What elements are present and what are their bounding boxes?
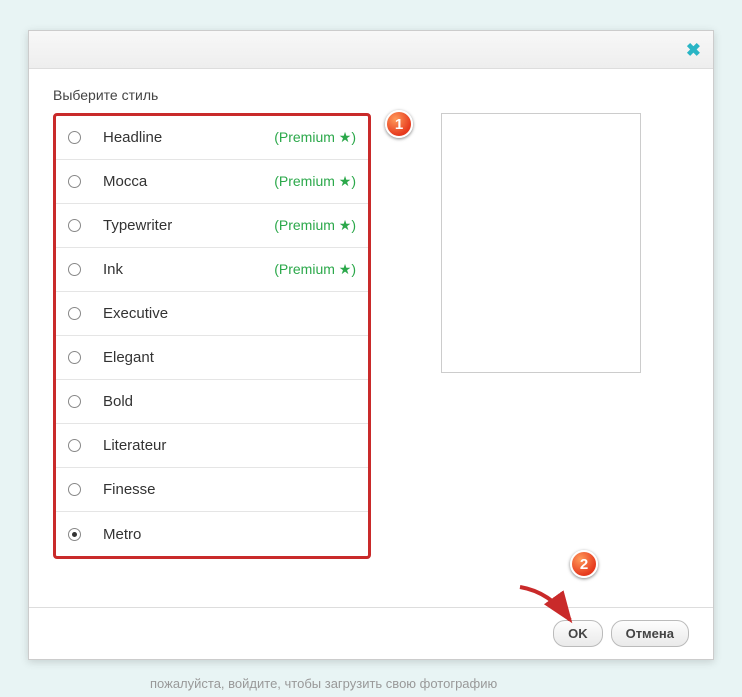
callout-marker-2: 2	[570, 550, 598, 578]
style-name-label: Mocca	[103, 173, 147, 190]
style-name-label: Finesse	[103, 481, 156, 498]
radio-icon[interactable]	[68, 307, 81, 320]
style-name-label: Bold	[103, 393, 133, 410]
style-option-elegant[interactable]: Elegant	[56, 336, 368, 380]
style-option-mocca[interactable]: Mocca (Premium ★)	[56, 160, 368, 204]
arrow-annotation-icon	[515, 582, 585, 632]
style-name-label: Typewriter	[103, 217, 172, 234]
premium-badge: (Premium ★)	[274, 261, 356, 278]
style-name-label: Elegant	[103, 349, 154, 366]
style-name-label: Executive	[103, 305, 168, 322]
style-list: Headline(Premium ★)Mocca(Premium ★)Typew…	[53, 113, 371, 559]
dialog-title: Выберите стиль	[53, 87, 689, 103]
radio-icon[interactable]	[68, 528, 81, 541]
background-hint-text: пожалуйста, войдите, чтобы загрузить сво…	[150, 676, 497, 691]
style-name-label: Ink	[103, 261, 123, 278]
style-name-label: Metro	[103, 526, 141, 543]
radio-icon[interactable]	[68, 395, 81, 408]
premium-badge: (Premium ★)	[274, 129, 356, 146]
radio-icon[interactable]	[68, 219, 81, 232]
style-option-executive[interactable]: Executive	[56, 292, 368, 336]
callout-marker-1: 1	[385, 110, 413, 138]
premium-badge: (Premium ★)	[274, 217, 356, 234]
style-option-literateur[interactable]: Literateur	[56, 424, 368, 468]
style-option-bold[interactable]: Bold	[56, 380, 368, 424]
style-option-finesse[interactable]: Finesse	[56, 468, 368, 512]
style-option-headline[interactable]: Headline (Premium ★)	[56, 116, 368, 160]
premium-badge: (Premium ★)	[274, 173, 356, 190]
modal-footer: OK Отмена	[29, 607, 713, 659]
radio-icon[interactable]	[68, 483, 81, 496]
close-icon[interactable]: ✖	[686, 41, 701, 59]
radio-icon[interactable]	[68, 175, 81, 188]
radio-icon[interactable]	[68, 263, 81, 276]
cancel-button[interactable]: Отмена	[611, 620, 689, 647]
style-option-typewriter[interactable]: Typewriter (Premium ★)	[56, 204, 368, 248]
modal-header: ✖	[29, 31, 713, 69]
radio-icon[interactable]	[68, 131, 81, 144]
preview-box	[441, 113, 641, 373]
radio-icon[interactable]	[68, 439, 81, 452]
style-name-label: Literateur	[103, 437, 166, 454]
style-option-metro[interactable]: Metro	[56, 512, 368, 556]
style-picker-modal: ✖ Выберите стиль Headline(Premium ★)Mocc…	[28, 30, 714, 660]
radio-icon[interactable]	[68, 351, 81, 364]
style-option-ink[interactable]: Ink (Premium ★)	[56, 248, 368, 292]
modal-body: Выберите стиль Headline (Premium ★) Mocca (…	[29, 69, 713, 577]
style-name-label: Headline	[103, 129, 162, 146]
